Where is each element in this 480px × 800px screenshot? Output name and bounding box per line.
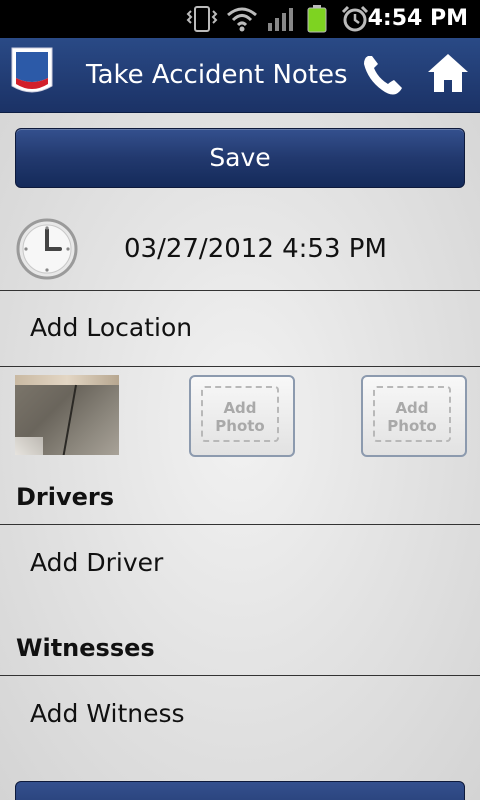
page-title: Take Accident Notes <box>86 60 348 90</box>
status-bar: 4:54 PM <box>0 0 480 38</box>
signal-icon <box>268 8 293 31</box>
add-photo-button[interactable]: Add Photo <box>189 375 295 457</box>
home-icon[interactable] <box>426 52 470 94</box>
add-photo-button[interactable]: Add Photo <box>361 375 467 457</box>
status-time: 4:54 PM <box>367 6 468 31</box>
divider <box>0 366 480 367</box>
thumbnail-band <box>15 375 119 385</box>
accident-notes-form: Save 03/27/2012 4:53 PM Add Location Add… <box>0 113 480 800</box>
divider <box>0 290 480 291</box>
add-photo-label: Add Photo <box>201 386 279 442</box>
witnesses-header: Witnesses <box>16 634 155 662</box>
accident-datetime: 03/27/2012 4:53 PM <box>124 234 387 264</box>
datetime-row[interactable]: 03/27/2012 4:53 PM <box>0 208 480 290</box>
add-photo-label-line2: Photo <box>215 417 265 435</box>
bottom-action-button[interactable] <box>15 781 465 800</box>
phone-icon[interactable] <box>360 52 406 98</box>
clock-icon <box>16 218 78 280</box>
app-bar: Take Accident Notes <box>0 38 480 113</box>
thumbnail-corner <box>15 437 43 455</box>
add-photo-label-line1: Add <box>395 399 429 417</box>
wifi-icon <box>227 7 257 32</box>
add-driver-link[interactable]: Add Driver <box>30 548 163 577</box>
alarm-icon <box>341 5 369 32</box>
add-location-link[interactable]: Add Location <box>30 313 192 342</box>
app-logo-icon <box>11 47 53 93</box>
save-button[interactable]: Save <box>15 128 465 188</box>
thumbnail-crack <box>62 384 77 455</box>
divider <box>0 524 480 525</box>
accident-photo-thumbnail[interactable] <box>15 375 119 455</box>
battery-icon <box>307 5 327 33</box>
add-witness-link[interactable]: Add Witness <box>30 699 185 728</box>
add-photo-label-line1: Add <box>223 399 257 417</box>
add-photo-label: Add Photo <box>373 386 451 442</box>
divider <box>0 675 480 676</box>
drivers-header: Drivers <box>16 483 115 511</box>
vibrate-icon <box>186 6 218 32</box>
add-photo-label-line2: Photo <box>387 417 437 435</box>
